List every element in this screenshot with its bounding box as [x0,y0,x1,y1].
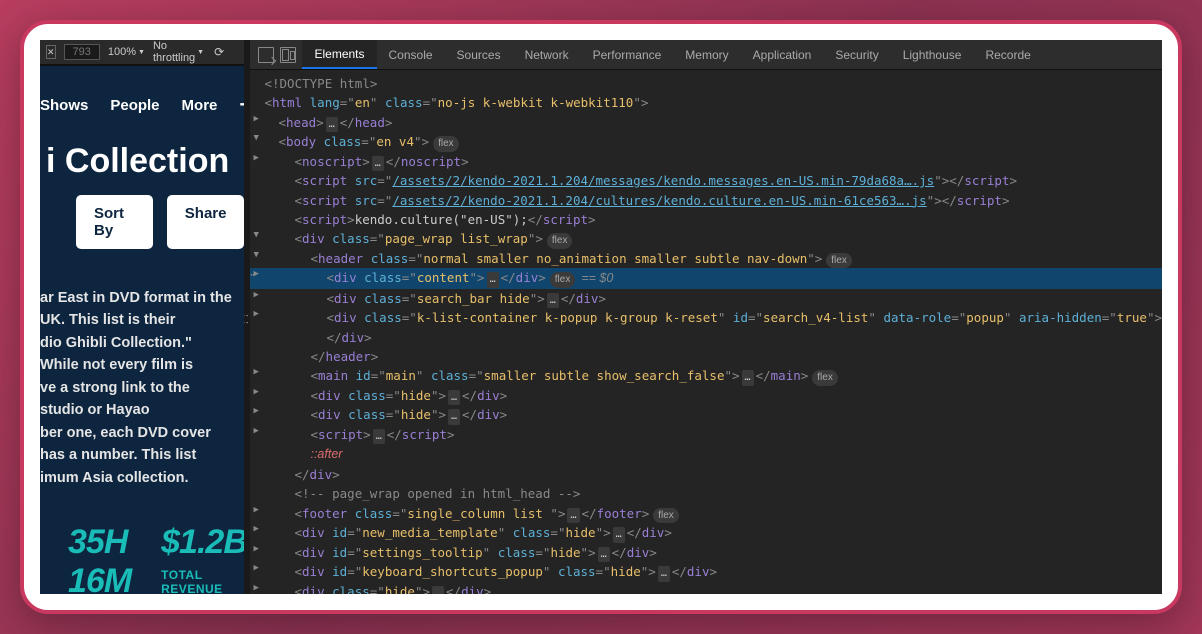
site-preview: ✕ 793 100% ▼ No throttling ▼ ⟳ ⋮ Shows P… [40,40,244,594]
tab-security[interactable]: Security [823,40,890,69]
elements-tree[interactable]: <!DOCTYPE html><html lang="en" class="no… [250,70,1162,594]
tab-application[interactable]: Application [741,40,824,69]
tab-sources[interactable]: Sources [445,40,513,69]
device-toggle-icon[interactable] [280,47,296,63]
stat-revenue: $1.2B TOTAL REVENUE [161,523,244,594]
dimension-input[interactable]: 793 [64,44,100,60]
throttling-select[interactable]: No throttling ▼ [153,40,204,64]
plus-icon[interactable]: + [239,92,244,118]
tab-network[interactable]: Network [513,40,581,69]
sort-button[interactable]: Sort By [76,195,153,249]
tab-console[interactable]: Console [377,40,445,69]
site-nav: Shows People More + EN Login [40,66,244,136]
devtools-tabs: Elements Console Sources Network Perform… [250,40,1162,70]
close-icon[interactable]: ✕ [46,45,56,59]
devtools: Elements Console Sources Network Perform… [250,40,1162,594]
stats-row: 35H 16M TOTAL RUNTIME $1.2B TOTAL REVENU… [40,509,244,594]
description-text: ar East in DVD format in the UK. This li… [40,273,244,509]
tab-lighthouse[interactable]: Lighthouse [891,40,974,69]
nav-people[interactable]: People [110,97,159,114]
zoom-select[interactable]: 100% ▼ [108,46,145,58]
nav-more[interactable]: More [182,97,218,114]
responsive-toolbar: ✕ 793 100% ▼ No throttling ▼ ⟳ ⋮ [40,40,244,65]
tab-elements[interactable]: Elements [302,40,376,69]
tab-memory[interactable]: Memory [673,40,740,69]
tab-recorder[interactable]: Recorde [973,40,1042,69]
rotate-icon[interactable]: ⟳ [214,45,224,59]
share-button[interactable]: Share [167,195,245,249]
stat-runtime: 35H 16M TOTAL RUNTIME [68,523,131,594]
more-icon[interactable]: ⋮ [240,46,244,59]
tab-performance[interactable]: Performance [581,40,674,69]
page-title: i Collection [40,136,244,195]
nav-shows[interactable]: Shows [40,97,88,114]
inspect-icon[interactable] [258,47,274,63]
